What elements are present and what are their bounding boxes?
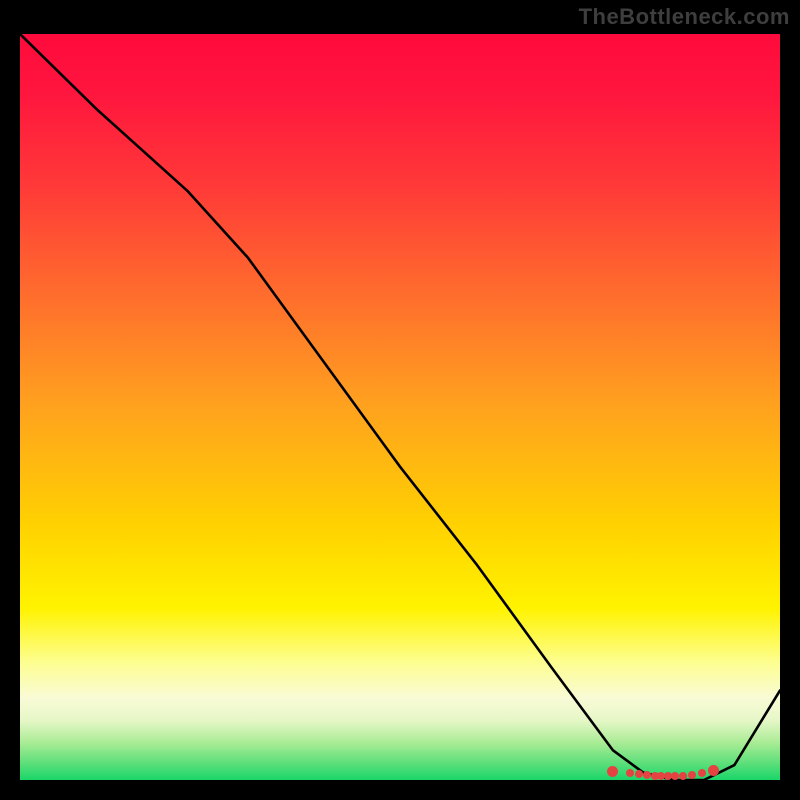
marker-point [635, 770, 643, 778]
marker-point [688, 771, 696, 779]
watermark-text: TheBottleneck.com [579, 4, 790, 30]
marker-point [671, 772, 679, 780]
chart-root: TheBottleneck.com [0, 0, 800, 800]
plot-area [20, 34, 780, 780]
marker-point [626, 769, 634, 777]
marker-layer [20, 34, 780, 780]
marker-point [698, 769, 706, 777]
marker-point [643, 771, 651, 779]
marker-point [708, 765, 719, 776]
marker-point [679, 772, 687, 780]
marker-point [607, 766, 618, 777]
